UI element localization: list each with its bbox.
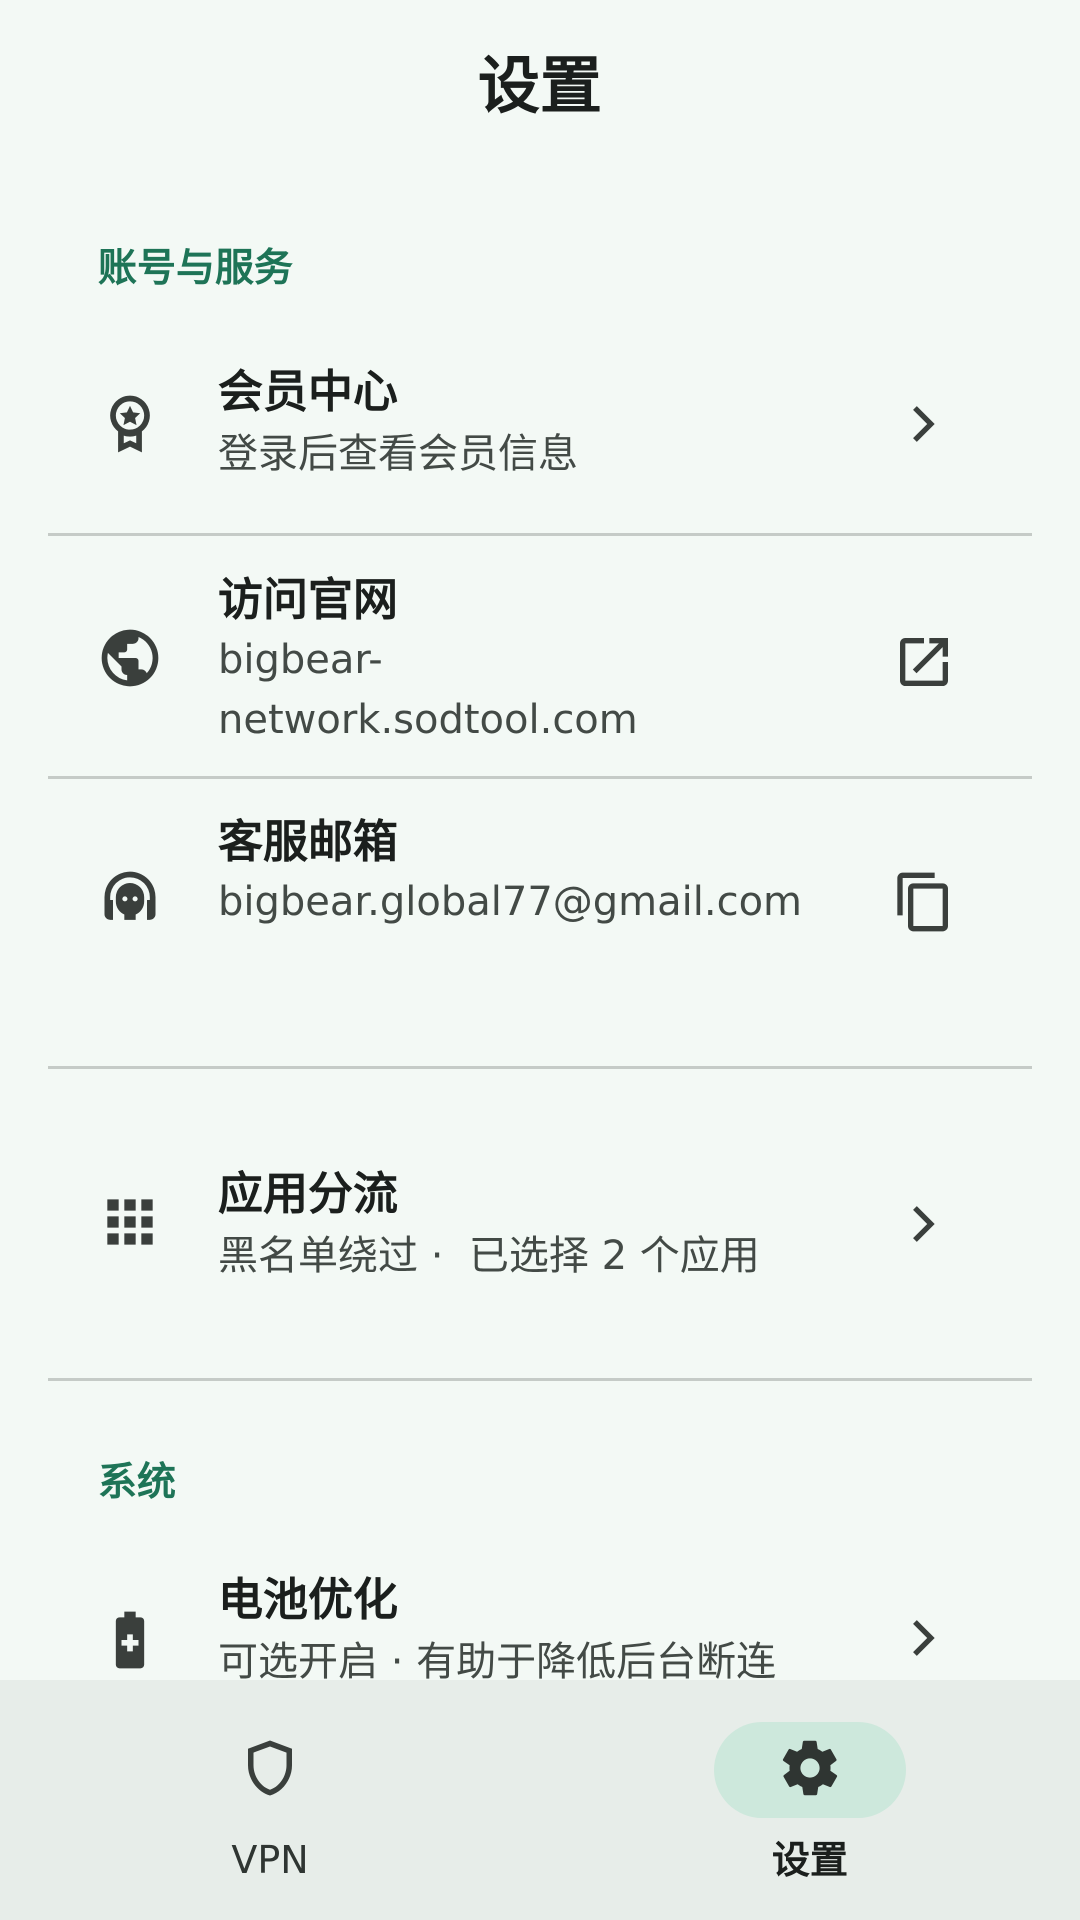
open-in-new-icon[interactable]	[888, 626, 960, 698]
website-row[interactable]: 访问官网 bigbear-network.sodtool.com	[48, 568, 1032, 776]
divider	[48, 776, 1032, 779]
section-label-system: 系统	[98, 1460, 177, 1505]
page-title: 设置	[477, 49, 602, 122]
award-ribbon-icon	[96, 390, 164, 458]
nav-label-vpn: VPN	[231, 1838, 309, 1882]
app-split-title: 应用分流	[218, 1167, 399, 1220]
chevron-right-icon	[888, 388, 960, 460]
support-title: 客服邮箱	[218, 815, 399, 868]
battery-charging-icon	[96, 1606, 164, 1674]
globe-icon	[96, 624, 164, 692]
website-title: 访问官网	[218, 573, 399, 626]
divider	[48, 533, 1032, 536]
chevron-right-icon	[888, 1602, 960, 1674]
copy-icon[interactable]	[888, 866, 960, 938]
apps-grid-icon	[96, 1188, 164, 1256]
headset-icon	[96, 866, 164, 934]
membership-title: 会员中心	[218, 365, 399, 418]
settings-list[interactable]: 设置 账号与服务 会员中心 登录后查看会员信息 访问官网 bigbear-net…	[0, 0, 1080, 1680]
divider	[48, 1066, 1032, 1069]
nav-item-vpn[interactable]: VPN	[0, 1680, 540, 1920]
chevron-right-icon	[888, 1188, 960, 1260]
divider	[48, 1378, 1032, 1381]
nav-pill	[174, 1722, 366, 1818]
website-subtitle: bigbear-network.sodtool.com	[218, 637, 638, 743]
nav-label-settings: 设置	[771, 1838, 848, 1882]
support-subtitle: bigbear.global77@gmail.com	[218, 879, 803, 925]
section-label-account: 账号与服务	[98, 246, 294, 291]
membership-row[interactable]: 会员中心 登录后查看会员信息	[48, 350, 1032, 534]
bottom-navigation: VPN 设置	[0, 1680, 1080, 1920]
nav-pill-active	[714, 1722, 906, 1818]
gear-icon	[777, 1735, 843, 1805]
support-email-row[interactable]: 客服邮箱 bigbear.global77@gmail.com	[48, 810, 1032, 1070]
battery-optimization-row[interactable]: 电池优化 可选开启 · 有助于降低后台断连	[48, 1570, 1032, 1680]
battery-title: 电池优化	[218, 1573, 399, 1626]
shield-icon	[237, 1735, 303, 1805]
nav-item-settings[interactable]: 设置	[540, 1680, 1080, 1920]
battery-subtitle: 可选开启 · 有助于降低后台断连	[218, 1639, 777, 1680]
app-split-row[interactable]: 应用分流 黑名单绕过 · 已选择 2 个应用	[48, 1100, 1032, 1376]
membership-subtitle: 登录后查看会员信息	[218, 431, 578, 477]
settings-screen: 设置 账号与服务 会员中心 登录后查看会员信息 访问官网 bigbear-net…	[0, 0, 1080, 1920]
app-split-subtitle: 黑名单绕过 · 已选择 2 个应用	[218, 1233, 760, 1279]
